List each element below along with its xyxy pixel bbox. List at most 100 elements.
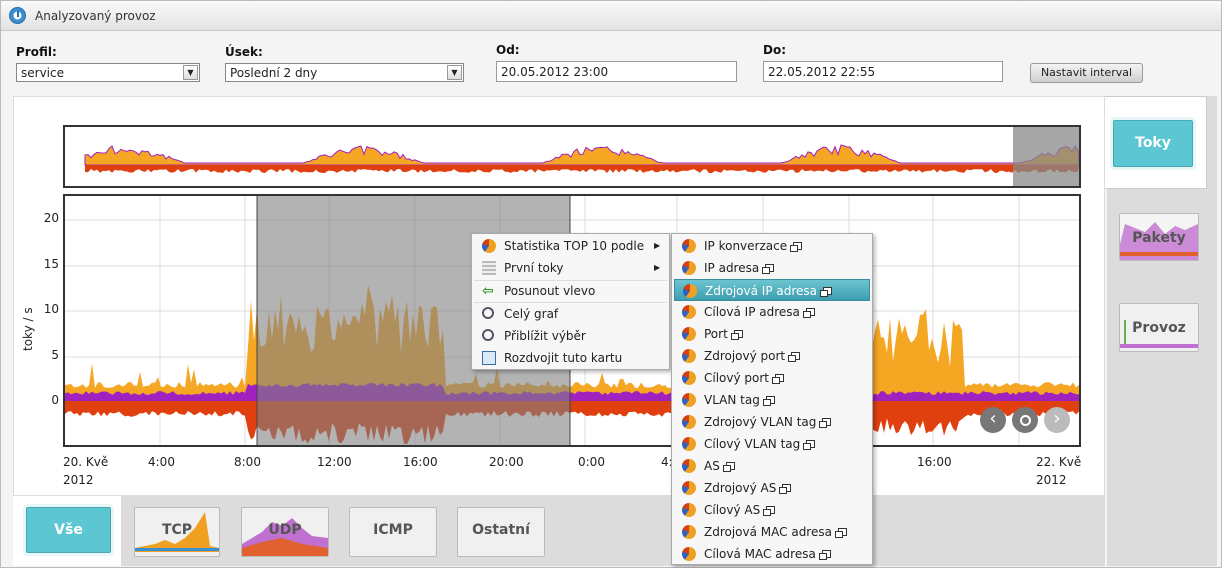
- submenu-item-label: Cílová IP adresa: [704, 305, 800, 319]
- submenu-arrow-icon: ▶: [654, 241, 661, 250]
- submenu-item-label: Port: [704, 327, 728, 341]
- submenu-item-label: Cílový AS: [704, 503, 761, 517]
- y-tick-label: 20: [43, 211, 59, 225]
- new-window-icon[interactable]: [762, 264, 775, 274]
- submenu-item[interactable]: Port: [674, 323, 870, 345]
- new-window-icon[interactable]: [788, 352, 801, 362]
- pie-chart-icon: [682, 547, 696, 561]
- x-tick-label: 16:00: [917, 455, 952, 473]
- submenu-item[interactable]: Cílová IP adresa: [674, 301, 870, 323]
- pie-chart-icon: [682, 525, 696, 539]
- menu-item-label: Posunout vlevo: [504, 284, 596, 298]
- submenu-item[interactable]: IP adresa: [674, 257, 870, 279]
- new-window-icon[interactable]: [818, 550, 831, 560]
- submenu-item-label: AS: [704, 459, 720, 473]
- overview-svg: [84, 127, 1080, 186]
- submenu-item[interactable]: Zdrojová MAC adresa: [674, 521, 870, 543]
- new-window-icon[interactable]: [834, 528, 847, 538]
- x-tick-label: 22. Kvě 2012: [1036, 455, 1081, 487]
- new-window-icon[interactable]: [819, 418, 832, 428]
- zoom-button[interactable]: [1012, 407, 1038, 433]
- y-tick-label: 0: [51, 393, 59, 407]
- pie-chart-icon: [683, 284, 697, 298]
- overview-chart[interactable]: [63, 125, 1081, 188]
- new-window-icon[interactable]: [820, 287, 833, 297]
- submenu-item[interactable]: Zdrojový port: [674, 345, 870, 367]
- duplicate-icon: [482, 351, 496, 365]
- tab-icmp[interactable]: ICMP: [349, 507, 437, 557]
- submenu-item[interactable]: Cílový AS: [674, 499, 870, 521]
- tab-pakety[interactable]: Pakety: [1119, 213, 1199, 261]
- table-icon: [482, 261, 496, 275]
- menu-item-full-graph[interactable]: Celý graf: [474, 303, 558, 325]
- submenu-item[interactable]: AS: [674, 455, 870, 477]
- menu-item-top10[interactable]: Statistika TOP 10 podle ▶: [474, 235, 660, 257]
- tab-vse[interactable]: Vše: [26, 507, 111, 553]
- profil-label: Profil:: [16, 45, 57, 59]
- menu-item-shift-left[interactable]: ⇦ Posunout vlevo: [474, 280, 595, 302]
- menu-item-zoom-selection[interactable]: Přiblížit výběr: [474, 325, 586, 347]
- pan-right-button[interactable]: ›: [1044, 407, 1070, 433]
- series-area-red: [65, 401, 1079, 445]
- submenu-item[interactable]: Zdrojová IP adresa: [674, 279, 870, 301]
- window-title: Analyzovaný provoz: [35, 9, 156, 23]
- submenu-item[interactable]: Cílový port: [674, 367, 870, 389]
- zoom-in-icon: [482, 329, 494, 341]
- chevron-down-icon[interactable]: ▼: [183, 65, 198, 80]
- tab-toky[interactable]: Toky: [1113, 120, 1193, 167]
- y-tick-label: 10: [43, 302, 59, 316]
- new-window-icon[interactable]: [779, 484, 792, 494]
- menu-item-label: Celý graf: [504, 307, 559, 321]
- profil-select[interactable]: service ▼: [16, 63, 200, 82]
- tab-udp[interactable]: UDP: [241, 507, 329, 557]
- x-tick-line1: 16:00: [403, 455, 438, 469]
- new-window-icon[interactable]: [730, 330, 743, 340]
- new-window-icon[interactable]: [802, 308, 815, 318]
- new-window-icon[interactable]: [763, 506, 776, 516]
- od-input[interactable]: 20.05.2012 23:00: [496, 61, 737, 82]
- submenu-item-label: Zdrojový port: [704, 349, 786, 363]
- usek-label: Úsek:: [225, 45, 263, 59]
- x-tick-line1: 4:00: [148, 455, 175, 469]
- x-tick-line1: 0:00: [578, 455, 605, 469]
- pie-chart-icon: [682, 327, 696, 341]
- chevron-down-icon[interactable]: ▼: [447, 65, 462, 80]
- set-interval-button[interactable]: Nastavit interval: [1030, 63, 1143, 83]
- tab-tcp-label: TCP: [161, 522, 193, 538]
- pie-chart-icon: [682, 459, 696, 473]
- do-input[interactable]: 22.05.2012 22:55: [763, 61, 1003, 82]
- tab-provoz[interactable]: Provoz: [1119, 303, 1199, 352]
- submenu-item[interactable]: Cílová MAC adresa: [674, 543, 870, 565]
- new-window-icon[interactable]: [772, 374, 785, 384]
- x-tick-label: 4:00: [148, 455, 175, 473]
- tab-ostatni[interactable]: Ostatní: [457, 507, 545, 557]
- new-window-icon[interactable]: [803, 440, 816, 450]
- x-tick-label: 12:00: [317, 455, 352, 473]
- submenu-item[interactable]: VLAN tag: [674, 389, 870, 411]
- x-tick-label: 20:00: [489, 455, 524, 473]
- submenu-item[interactable]: Zdrojový AS: [674, 477, 870, 499]
- clock-icon[interactable]: [9, 7, 26, 24]
- tab-tcp[interactable]: TCP: [134, 507, 220, 557]
- overview-window[interactable]: [1013, 127, 1079, 186]
- pie-chart-icon: [482, 239, 496, 253]
- menu-item-duplicate-tab[interactable]: Rozdvojit tuto kartu: [474, 347, 622, 369]
- submenu-item[interactable]: IP konverzace: [674, 235, 870, 257]
- menu-item-first-flows[interactable]: První toky ▶: [474, 257, 660, 279]
- submenu-item[interactable]: Zdrojový VLAN tag: [674, 411, 870, 433]
- new-window-icon[interactable]: [790, 242, 803, 252]
- profil-value: service: [21, 66, 64, 80]
- new-window-icon[interactable]: [762, 396, 775, 406]
- x-tick-label: 16:00: [403, 455, 438, 473]
- x-tick-line2: 2012: [63, 473, 94, 487]
- menu-item-label: Statistika TOP 10 podle: [504, 239, 645, 253]
- submenu-item[interactable]: Cílový VLAN tag: [674, 433, 870, 455]
- context-menu: Statistika TOP 10 podle ▶ První toky ▶ ⇦…: [471, 233, 670, 370]
- submenu-item-label: Cílový VLAN tag: [704, 437, 801, 451]
- pan-left-button[interactable]: ‹: [980, 407, 1006, 433]
- zoom-icon: [482, 307, 494, 319]
- pie-chart-icon: [682, 239, 696, 253]
- usek-select[interactable]: Poslední 2 dny ▼: [225, 63, 464, 82]
- pie-chart-icon: [682, 437, 696, 451]
- new-window-icon[interactable]: [722, 462, 735, 472]
